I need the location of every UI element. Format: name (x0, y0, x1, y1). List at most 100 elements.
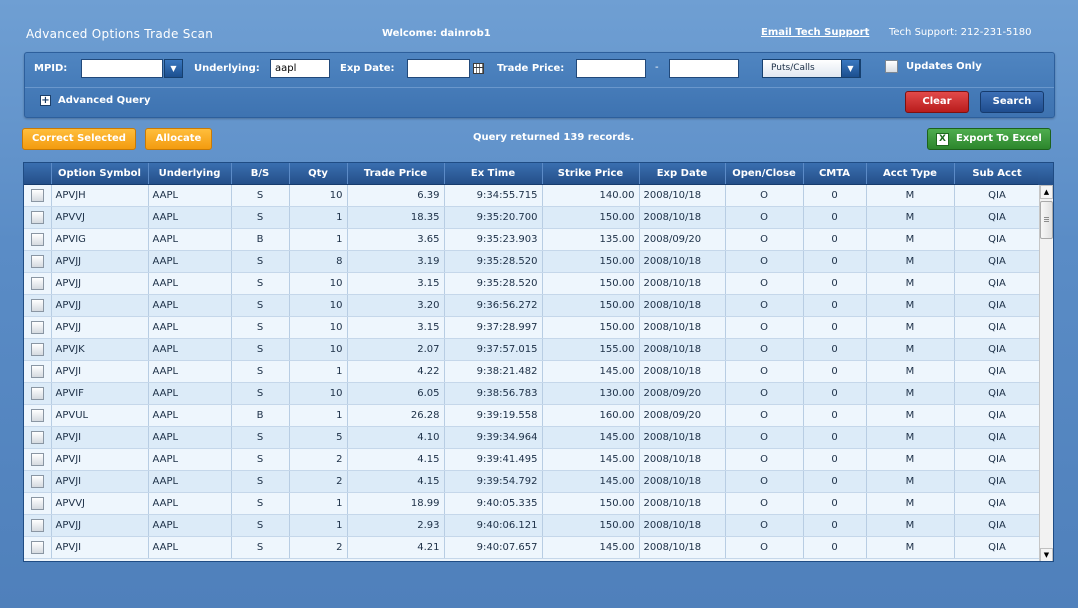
table-cell: M (866, 382, 955, 405)
table-cell: 2008/10/18 (639, 338, 726, 361)
table-cell: 2008/09/20 (639, 382, 726, 405)
email-tech-support-link[interactable]: Email Tech Support (761, 27, 869, 38)
column-header[interactable]: B/S (231, 163, 290, 185)
table-row[interactable]: APVJI AAPL S 2 4.15 9:39:41.495 145.00 2008/10/… (24, 448, 1041, 471)
table-row[interactable]: APVJJ AAPL S 10 3.15 9:37:28.997 150.00 2008/10… (24, 316, 1041, 339)
table-row[interactable]: APVJJ AAPL S 1 2.93 9:40:06.121 150.00 2008/10/… (24, 514, 1041, 537)
column-header[interactable]: Ex Time (444, 163, 543, 185)
table-cell: M (866, 404, 955, 427)
table-row[interactable]: APVVJ AAPL S 1 18.35 9:35:20.700 150.00 2008/10… (24, 206, 1041, 229)
trade-price-from-input[interactable] (576, 59, 646, 78)
exp-date-input[interactable] (407, 59, 470, 78)
column-header[interactable]: Trade Price (347, 163, 445, 185)
row-checkbox[interactable] (30, 342, 44, 356)
row-checkbox[interactable] (30, 518, 44, 532)
calendar-icon[interactable] (473, 63, 484, 74)
table-row[interactable]: APVJI AAPL S 2 4.21 9:40:07.657 145.00 2008/10/… (24, 536, 1041, 559)
table-cell: O (725, 404, 804, 427)
scroll-down-icon[interactable]: ▼ (1040, 548, 1053, 561)
row-checkbox[interactable] (30, 254, 44, 268)
table-cell: 9:35:23.903 (444, 228, 543, 251)
mpid-label: MPID: (34, 63, 68, 74)
row-checkbox[interactable] (30, 210, 44, 224)
table-row[interactable]: APVUL AAPL B 1 26.28 9:39:19.558 160.00 2008/09… (24, 404, 1041, 427)
table-cell: B (231, 404, 290, 427)
table-cell: 0 (803, 404, 867, 427)
row-checkbox[interactable] (30, 452, 44, 466)
search-button[interactable]: Search (980, 91, 1044, 113)
row-checkbox[interactable] (30, 298, 44, 312)
column-header[interactable]: Qty (289, 163, 348, 185)
table-cell: 150.00 (542, 250, 640, 273)
table-cell: APVJI (51, 426, 149, 449)
table-row[interactable]: APVJJ AAPL S 10 3.20 9:36:56.272 150.00 2008/10… (24, 294, 1041, 317)
trade-price-to-input[interactable] (669, 59, 739, 78)
row-checkbox[interactable] (30, 496, 44, 510)
table-cell: 9:40:06.121 (444, 514, 543, 537)
table-cell: 9:39:41.495 (444, 448, 543, 471)
table-cell: 150.00 (542, 514, 640, 537)
puts-calls-dropdown-button[interactable]: ▼ (841, 59, 860, 78)
updates-only-checkbox[interactable] (885, 60, 898, 73)
table-row[interactable]: APVJK AAPL S 10 2.07 9:37:57.015 155.00 2008/10… (24, 338, 1041, 361)
column-header[interactable]: Acct Type (866, 163, 955, 185)
tech-support-phone: Tech Support: 212-231-5180 (889, 27, 1032, 38)
table-row[interactable]: APVJI AAPL S 2 4.15 9:39:54.792 145.00 2008/10/… (24, 470, 1041, 493)
clear-button[interactable]: Clear (905, 91, 969, 113)
row-checkbox[interactable] (30, 474, 44, 488)
table-cell: 0 (803, 206, 867, 229)
correct-selected-button[interactable]: Correct Selected (22, 128, 136, 150)
table-row[interactable]: APVJJ AAPL S 10 3.15 9:35:28.520 150.00 2008/10… (24, 272, 1041, 295)
table-cell: APVIF (51, 382, 149, 405)
column-header[interactable]: Option Symbol (51, 163, 149, 185)
row-checkbox[interactable] (30, 276, 44, 290)
column-header[interactable]: Exp Date (639, 163, 726, 185)
mpid-dropdown-button[interactable]: ▼ (164, 59, 183, 78)
row-checkbox[interactable] (30, 320, 44, 334)
table-cell: 2008/10/18 (639, 294, 726, 317)
app-title: Advanced Options Trade Scan (26, 27, 214, 41)
row-checkbox[interactable] (30, 408, 44, 422)
table-row[interactable]: APVVJ AAPL S 1 18.99 9:40:05.335 150.00 2008/10… (24, 492, 1041, 515)
advanced-query-toggle[interactable]: Advanced Query (58, 95, 151, 106)
table-cell: M (866, 184, 955, 207)
table-cell: 3.20 (347, 294, 445, 317)
table-cell: AAPL (148, 536, 232, 559)
table-row[interactable]: APVIG AAPL B 1 3.65 9:35:23.903 135.00 2008/09/… (24, 228, 1041, 251)
table-cell: 4.15 (347, 448, 445, 471)
table-cell: 0 (803, 426, 867, 449)
mpid-input[interactable] (81, 59, 163, 78)
column-header[interactable]: Open/Close (725, 163, 804, 185)
table-cell: S (231, 382, 290, 405)
table-row[interactable]: APVJJ AAPL S 8 3.19 9:35:28.520 150.00 2008/10/… (24, 250, 1041, 273)
row-checkbox[interactable] (30, 232, 44, 246)
underlying-input[interactable] (270, 59, 330, 78)
row-checkbox[interactable] (30, 188, 44, 202)
row-checkbox[interactable] (30, 430, 44, 444)
scroll-up-icon[interactable]: ▲ (1040, 185, 1053, 199)
row-checkbox[interactable] (30, 364, 44, 378)
table-cell: 135.00 (542, 228, 640, 251)
table-row[interactable]: APVJH AAPL S 10 6.39 9:34:55.715 140.00 2008/10… (24, 184, 1041, 207)
table-row[interactable]: APVJI AAPL S 5 4.10 9:39:34.964 145.00 2008/10/… (24, 426, 1041, 449)
table-cell: AAPL (148, 470, 232, 493)
allocate-button[interactable]: Allocate (145, 128, 212, 150)
export-to-excel-button[interactable]: X Export To Excel (927, 128, 1051, 150)
vertical-scrollbar[interactable]: ▲ ▼ (1039, 185, 1053, 561)
column-header[interactable]: Underlying (148, 163, 232, 185)
table-cell: 0 (803, 228, 867, 251)
row-checkbox[interactable] (30, 386, 44, 400)
table-cell: QIA (954, 492, 1041, 515)
column-header[interactable]: Sub Acct (954, 163, 1041, 185)
row-checkbox[interactable] (30, 540, 44, 554)
table-cell: 2.93 (347, 514, 445, 537)
table-row[interactable]: APVJI AAPL S 1 4.22 9:38:21.482 145.00 2008/10/… (24, 360, 1041, 383)
plus-icon[interactable]: + (40, 95, 51, 106)
column-header[interactable]: Strike Price (542, 163, 640, 185)
row-select-cell (24, 360, 52, 383)
table-cell: APVVJ (51, 492, 149, 515)
table-cell: 9:40:05.335 (444, 492, 543, 515)
column-header[interactable]: CMTA (803, 163, 867, 185)
scrollbar-thumb[interactable] (1040, 201, 1053, 239)
table-row[interactable]: APVIF AAPL S 10 6.05 9:38:56.783 130.00 2008/09… (24, 382, 1041, 405)
